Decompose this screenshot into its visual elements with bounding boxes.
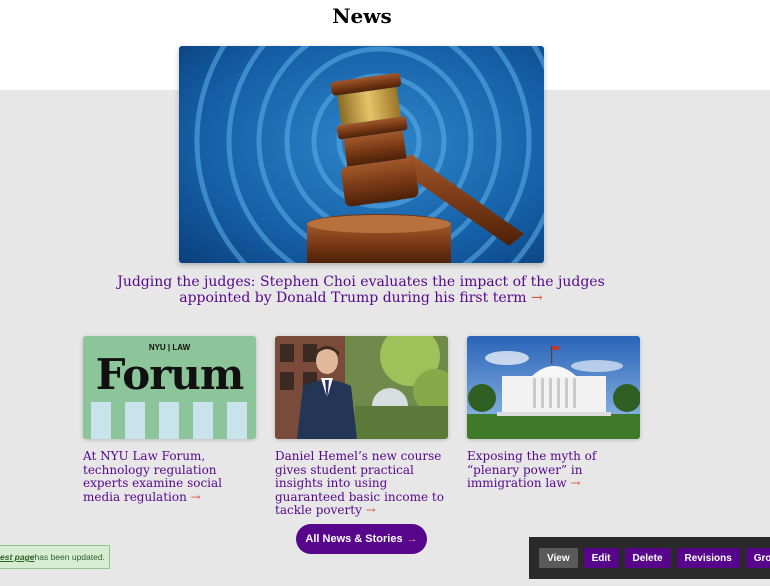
card-image-forum[interactable]: NYU | LAW Forum <box>83 336 256 439</box>
tab-group[interactable]: Group <box>745 548 770 568</box>
tab-revisions[interactable]: Revisions <box>676 548 740 568</box>
status-page-link[interactable]: est page <box>0 552 35 562</box>
feature-headline-link[interactable]: Judging the judges: Stephen Choi evaluat… <box>88 274 634 306</box>
status-message: est page has been updated. <box>0 545 110 569</box>
arrow-right-icon: → <box>570 476 581 490</box>
tab-delete[interactable]: Delete <box>624 548 671 568</box>
gavel-image <box>179 46 544 263</box>
card-headline-text: Daniel Hemel’s new course gives student … <box>275 449 444 517</box>
card-headline-text: At NYU Law Forum, technology regulation … <box>83 449 223 504</box>
tab-view[interactable]: View <box>539 548 578 568</box>
all-news-button[interactable]: All News & Stories → <box>296 524 427 554</box>
feature-image[interactable] <box>179 46 544 263</box>
portrait-photo <box>275 336 448 439</box>
white-house-photo <box>467 336 640 439</box>
arrow-right-icon: → <box>190 489 201 504</box>
card-headline-hemel[interactable]: Daniel Hemel’s new course gives student … <box>275 449 450 518</box>
forum-logo: Forum <box>95 350 245 399</box>
card-image-hemel[interactable] <box>275 336 448 439</box>
card-headline-forum[interactable]: At NYU Law Forum, technology regulation … <box>83 449 258 504</box>
arrow-right-icon: → <box>365 503 376 517</box>
all-news-label: All News & Stories <box>305 533 403 545</box>
admin-toolbar: View Edit Delete Revisions Group <box>529 537 770 579</box>
status-text: has been updated. <box>34 552 105 562</box>
card-headline-plenary[interactable]: Exposing the myth of “plenary power” in … <box>467 449 642 491</box>
tab-edit[interactable]: Edit <box>583 548 619 568</box>
card-image-white-house[interactable] <box>467 336 640 439</box>
arrow-right-icon: → <box>406 533 418 545</box>
arrow-right-icon: → <box>531 290 543 306</box>
columns-graphic <box>91 402 247 439</box>
page-title: News <box>332 4 392 28</box>
